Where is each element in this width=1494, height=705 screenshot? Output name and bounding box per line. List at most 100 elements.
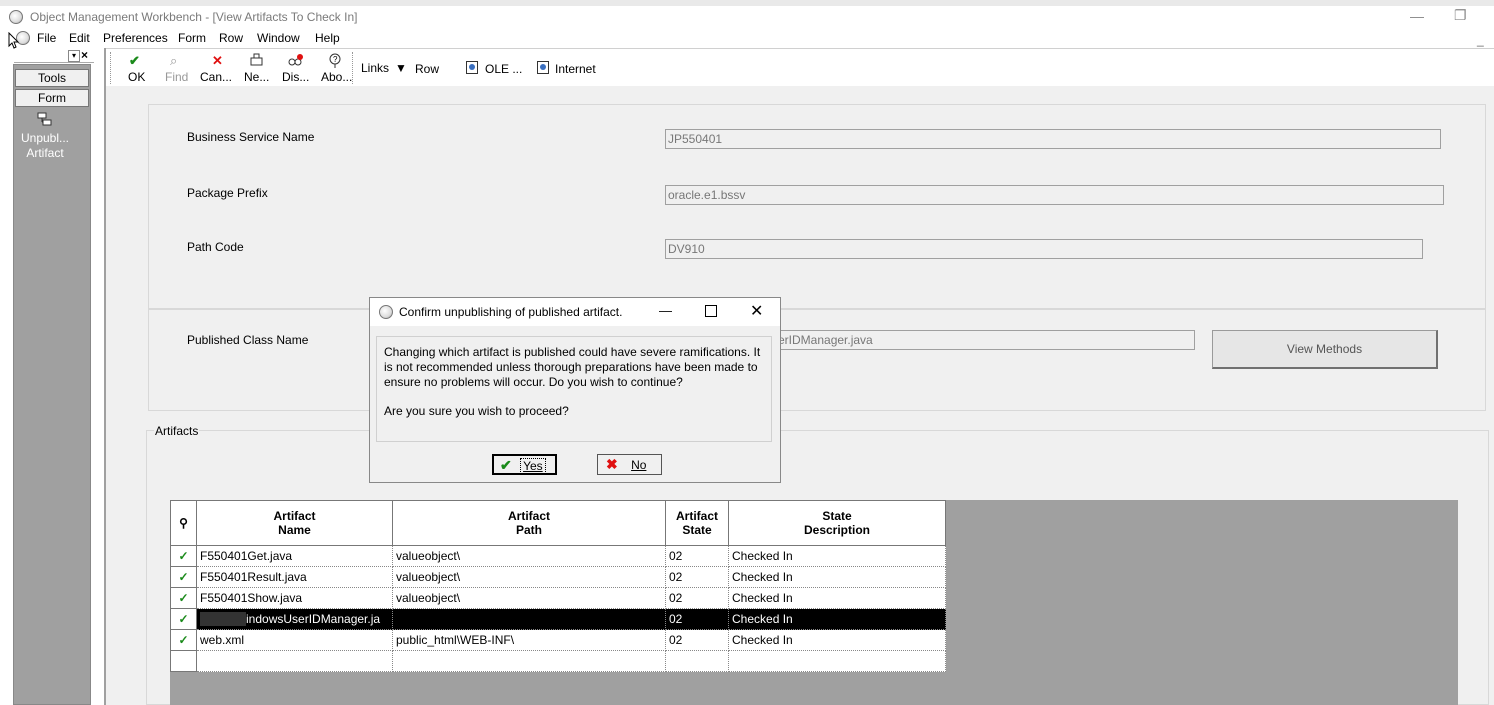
- table-row[interactable]: ✓ web.xml public_html\WEB-INF\ 02 Checke…: [170, 629, 946, 651]
- ok-check-icon[interactable]: ✔: [129, 53, 140, 69]
- cell-artifact-name[interactable]: indowsUserIDManager.ja: [196, 608, 393, 630]
- col-state-description[interactable]: State Description: [728, 500, 946, 546]
- tools-tab[interactable]: Tools: [15, 69, 89, 87]
- restore-icon[interactable]: ❐: [1454, 7, 1467, 24]
- cell-artifact-state[interactable]: 02: [665, 545, 729, 567]
- cell-artifact-path[interactable]: valueobject\: [392, 545, 666, 567]
- about-button[interactable]: Abo...: [321, 70, 352, 84]
- cell-artifact-name[interactable]: F550401Result.java: [196, 566, 393, 588]
- links-menu[interactable]: Links: [361, 61, 389, 75]
- cell-artifact-path[interactable]: valueobject\: [392, 587, 666, 609]
- toolbar-separator: [352, 52, 354, 84]
- view-methods-button[interactable]: View Methods: [1212, 330, 1438, 369]
- grid-selector-header[interactable]: ⚲: [170, 500, 197, 546]
- find-button[interactable]: Find: [165, 70, 188, 84]
- display-icon[interactable]: [287, 53, 305, 70]
- row-check-icon[interactable]: ✓: [170, 608, 197, 630]
- menu-window[interactable]: Window: [257, 31, 300, 45]
- left-panel-strip: [13, 64, 91, 705]
- unpublish-artifact-icon[interactable]: [37, 112, 52, 126]
- package-prefix-field[interactable]: oracle.e1.bssv: [665, 185, 1444, 205]
- cell-artifact-state[interactable]: 02: [665, 608, 729, 630]
- panel-close-icon[interactable]: ×: [81, 48, 88, 62]
- cell-artifact-state[interactable]: [665, 650, 729, 672]
- artifacts-label: Artifacts: [154, 424, 200, 438]
- artifacts-grid: ⚲ Artifact Name Artifact Path Artifact Stat…: [170, 500, 946, 672]
- row-menu[interactable]: Row: [415, 62, 439, 76]
- table-row-empty[interactable]: [170, 650, 946, 672]
- path-code-label: Path Code: [187, 240, 244, 254]
- cell-state-description[interactable]: Checked In: [728, 587, 946, 609]
- dialog-minimize-icon[interactable]: —: [659, 303, 672, 318]
- yes-button[interactable]: ✔ Yes: [492, 454, 557, 475]
- unpublish-artifact-label-2[interactable]: Artifact: [15, 146, 75, 160]
- new-button[interactable]: Ne...: [244, 70, 269, 84]
- cell-artifact-path[interactable]: [392, 650, 666, 672]
- business-service-name-field[interactable]: JP550401: [665, 129, 1441, 149]
- dialog-close-icon[interactable]: ✕: [750, 301, 763, 321]
- ok-button[interactable]: OK: [128, 70, 145, 84]
- table-row[interactable]: ✓ F550401Show.java valueobject\ 02 Check…: [170, 587, 946, 609]
- minimize-icon[interactable]: —: [1410, 8, 1424, 24]
- menu-row[interactable]: Row: [219, 31, 243, 45]
- cell-artifact-state[interactable]: 02: [665, 566, 729, 588]
- table-row[interactable]: ✓ F550401Get.java valueobject\ 02 Checke…: [170, 545, 946, 567]
- cell-state-description[interactable]: Checked In: [728, 608, 946, 630]
- col-artifact-path[interactable]: Artifact Path: [392, 500, 666, 546]
- menu-form[interactable]: Form: [178, 31, 206, 45]
- cell-state-description[interactable]: [728, 650, 946, 672]
- cell-artifact-path[interactable]: public_html\WEB-INF\: [392, 629, 666, 651]
- menu-help[interactable]: Help: [315, 31, 340, 45]
- internet-button[interactable]: Internet: [555, 62, 596, 76]
- ole-button[interactable]: OLE ...: [485, 62, 522, 76]
- internet-icon[interactable]: [537, 61, 549, 74]
- no-button[interactable]: ✖ No: [597, 454, 662, 475]
- menu-edit[interactable]: Edit: [69, 31, 90, 45]
- new-icon[interactable]: [249, 53, 265, 70]
- menu-preferences[interactable]: Preferences: [103, 31, 168, 45]
- cell-artifact-name[interactable]: web.xml: [196, 629, 393, 651]
- cell-artifact-name[interactable]: F550401Get.java: [196, 545, 393, 567]
- cell-artifact-name[interactable]: [196, 650, 393, 672]
- form-tab[interactable]: Form: [15, 89, 89, 107]
- row-selector[interactable]: [170, 650, 197, 672]
- no-label: No: [631, 458, 647, 472]
- panel-dropdown-icon[interactable]: ▾: [68, 50, 80, 62]
- cancel-x-icon[interactable]: ✕: [212, 53, 223, 69]
- grid-search-icon[interactable]: ⚲: [179, 516, 188, 530]
- dialog-maximize-icon[interactable]: [705, 305, 717, 317]
- yes-check-icon: ✔: [500, 457, 512, 473]
- cancel-button[interactable]: Can...: [200, 70, 232, 84]
- display-button[interactable]: Dis...: [282, 70, 309, 84]
- cell-state-description[interactable]: Checked In: [728, 566, 946, 588]
- table-row-selected[interactable]: ✓ indowsUserIDManager.ja 02 Checked In: [170, 608, 946, 630]
- links-dropdown-icon[interactable]: ▼: [395, 61, 407, 75]
- published-class-name-label: Published Class Name: [187, 333, 309, 347]
- cell-artifact-path[interactable]: [392, 608, 666, 630]
- dialog-title: Confirm unpublishing of published artifa…: [399, 305, 623, 319]
- row-check-icon[interactable]: ✓: [170, 629, 197, 651]
- mdi-minimize-icon[interactable]: _: [1477, 33, 1484, 47]
- row-check-icon[interactable]: ✓: [170, 566, 197, 588]
- no-x-icon: ✖: [606, 456, 618, 472]
- cell-state-description[interactable]: Checked In: [728, 629, 946, 651]
- published-class-name-field[interactable]: erIDManager.java: [775, 330, 1195, 350]
- cell-artifact-state[interactable]: 02: [665, 629, 729, 651]
- col-artifact-state[interactable]: Artifact State: [665, 500, 729, 546]
- row-check-icon[interactable]: ✓: [170, 587, 197, 609]
- menu-file[interactable]: File: [37, 31, 56, 45]
- toolbar-grip: [110, 52, 112, 84]
- col-artifact-name[interactable]: Artifact Name: [196, 500, 393, 546]
- ole-icon[interactable]: [466, 61, 478, 74]
- dialog-globe-icon: [379, 305, 393, 319]
- cell-artifact-state[interactable]: 02: [665, 587, 729, 609]
- row-check-icon[interactable]: ✓: [170, 545, 197, 567]
- redacted-block: [200, 612, 246, 627]
- find-icon[interactable]: ⌕: [170, 53, 177, 69]
- table-row[interactable]: ✓ F550401Result.java valueobject\ 02 Che…: [170, 566, 946, 588]
- path-code-field[interactable]: DV910: [665, 239, 1423, 259]
- unpublish-artifact-label-1[interactable]: Unpubl...: [15, 131, 75, 145]
- cell-artifact-path[interactable]: valueobject\: [392, 566, 666, 588]
- cell-artifact-name[interactable]: F550401Show.java: [196, 587, 393, 609]
- cell-state-description[interactable]: Checked In: [728, 545, 946, 567]
